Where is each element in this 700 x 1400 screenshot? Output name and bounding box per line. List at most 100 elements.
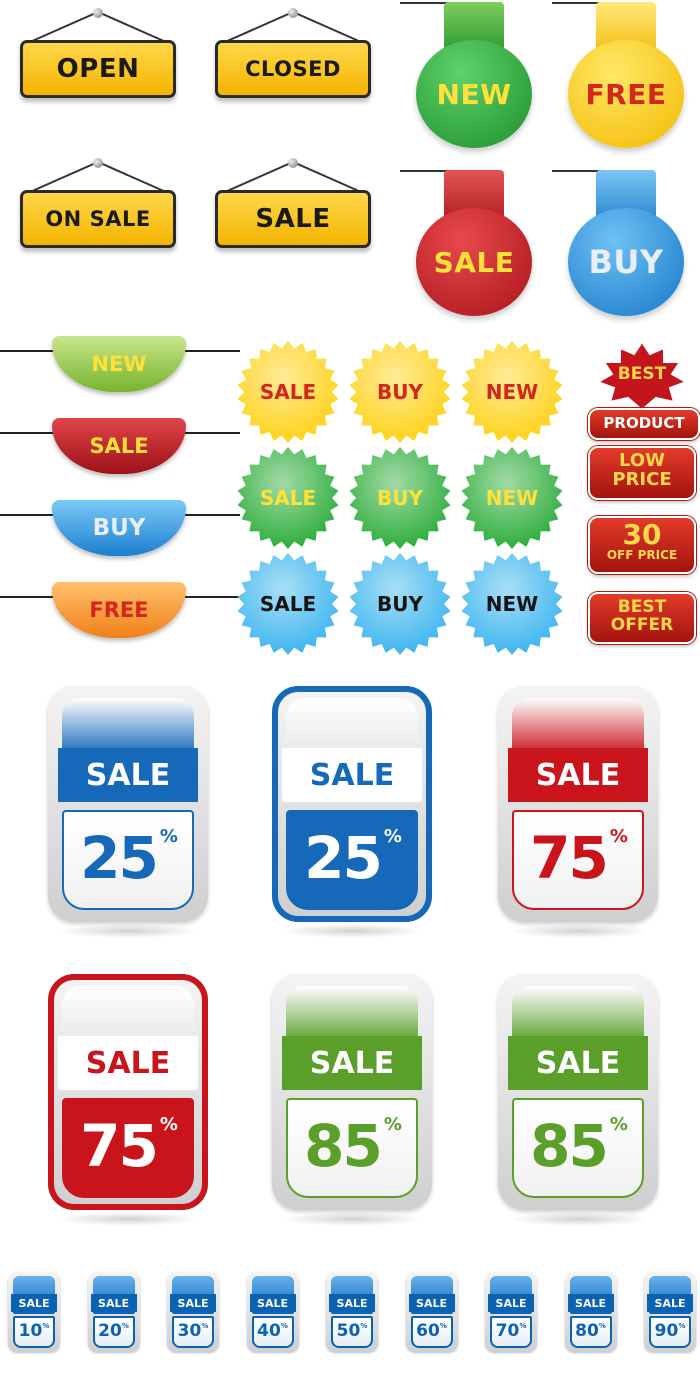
price-text: PRICE [612,468,672,490]
percent-sign: % [678,1322,686,1330]
starburst-buy: BUY [348,552,452,656]
thirty-text: 30 [622,518,662,551]
sign-text: CLOSED [245,57,341,81]
starburst-new: NEW [460,552,564,656]
percent-sign: % [159,826,178,847]
mini-discount-number: 30 [177,1321,202,1341]
hanging-sign-on-sale: ON SALE [20,154,180,266]
percent-sign: % [519,1322,527,1330]
sale-badge: SALE 75% [48,974,210,1226]
discount-value: 75% [512,812,644,904]
percent-sign: % [360,1322,368,1330]
half-tab-sale: SALE [0,412,240,482]
mini-discount-number: 60 [416,1321,440,1341]
discount-number: 85 [530,1112,609,1180]
off-price-text: OFF PRICE [606,548,678,563]
product-label: PRODUCT [588,408,700,440]
mini-sale-label: SALE [11,1294,57,1312]
sale-badge: SALE 25% [48,686,210,938]
round-tag-sale: SALE [400,170,542,316]
starburst-text: BUY [377,592,423,616]
discount-value: 25% [62,812,194,904]
mini-sale-label: SALE [408,1294,455,1312]
mini-sale-label: SALE [488,1294,534,1312]
starburst-buy: BUY [348,340,452,444]
starburst-buy: BUY [348,446,452,550]
mini-discount-value: 40% [252,1316,294,1346]
percent-sign: % [609,1114,628,1135]
percent-sign: % [201,1322,209,1330]
best-text: BEST [617,364,667,384]
starburst-text: SALE [259,592,317,616]
mini-discount-value: 50% [331,1316,373,1346]
nail-icon [288,158,298,168]
sale-badge: SALE 25% [272,686,434,938]
starburst-text: NEW [485,592,539,616]
sale-label: SALE [282,1036,422,1090]
starburst-text: BUY [377,486,423,510]
sale-label: SALE [282,748,422,802]
tag-text: NEW [436,77,512,111]
percent-sign: % [121,1322,129,1330]
discount-number: 75 [80,1112,159,1180]
mini-sale-badge: SALE 40% [246,1272,299,1358]
best-offer-label: BEST OFFER [588,592,696,644]
starburst-new: NEW [460,340,564,444]
sale-badge: SALE 85% [498,974,660,1226]
sale-badge: SALE 85% [272,974,434,1226]
discount-value: 85% [512,1100,644,1192]
discount-value: 25% [286,812,418,904]
discount-value: 75% [62,1100,194,1192]
low-price-label: LOW PRICE [588,446,696,500]
tab-text: FREE [89,598,149,622]
percent-sign: % [159,1114,178,1135]
percent-sign: % [598,1322,606,1330]
discount-number: 25 [80,824,159,892]
tab-text: BUY [92,515,146,541]
mini-discount-value: 80% [570,1316,612,1346]
mini-discount-number: 90 [654,1321,679,1341]
starburst-text: SALE [259,380,317,404]
round-tag-new: NEW [400,2,542,148]
mini-discount-value: 60% [411,1316,453,1346]
mini-discount-value: 90% [649,1316,691,1346]
discount-value: 85% [286,1100,418,1192]
mini-discount-value: 20% [93,1316,135,1346]
mini-discount-value: 70% [490,1316,532,1346]
starburst-text: NEW [485,380,539,404]
percent-sign: % [383,1114,402,1135]
hanging-sign-sale: SALE [215,154,375,266]
tag-text: BUY [588,243,664,281]
sign-text: SALE [255,204,331,234]
sale-badge: SALE 75% [498,686,660,938]
sign-text: OPEN [56,54,140,84]
hanging-sign-closed: CLOSED [215,4,375,116]
sale-label: SALE [58,748,198,802]
thirty-off-label: 30 OFF PRICE [588,516,696,574]
mini-sale-badge: SALE 60% [405,1272,458,1358]
round-tag-buy: BUY [552,170,694,316]
discount-number: 25 [304,824,383,892]
best-seal: BEST [594,340,690,412]
starburst-sale: SALE [236,446,340,550]
percent-sign: % [383,826,402,847]
hanging-sign-open: OPEN [20,4,180,116]
mini-discount-number: 50 [336,1321,361,1341]
tag-text: FREE [585,77,667,111]
nail-icon [93,8,103,18]
sale-label: SALE [508,1036,648,1090]
tag-text: SALE [433,245,515,279]
mini-sale-label: SALE [647,1294,693,1312]
half-tab-buy: BUY [0,494,240,564]
mini-discount-value: 10% [13,1316,55,1346]
nail-icon [288,8,298,18]
mini-discount-number: 40 [257,1321,281,1341]
best-offer-text-2: OFFER [610,614,674,635]
nail-icon [93,158,103,168]
tab-text: SALE [89,434,149,458]
half-tab-new: NEW [0,330,240,400]
mini-sale-label: SALE [329,1294,375,1312]
mini-sale-badge: SALE 30% [167,1272,219,1358]
mini-discount-number: 20 [98,1321,122,1341]
round-tag-free: FREE [552,2,694,148]
